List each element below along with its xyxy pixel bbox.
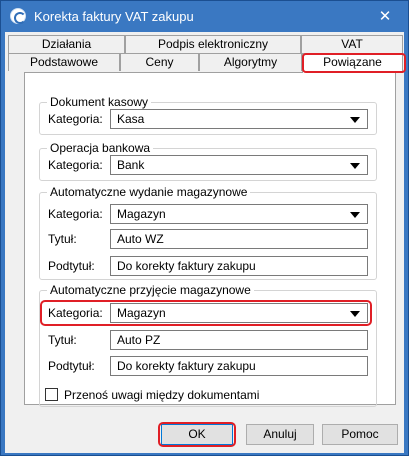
cancel-button[interactable]: Anuluj [246,424,314,445]
group-auto-issue-title: Automatyczne wydanie magazynowe [50,185,248,199]
receipt-category-label: Kategoria: [48,306,103,320]
issue-category-value: Magazyn [117,207,166,221]
title-bar[interactable]: Korekta faktury VAT zakupu ✕ [1,1,408,32]
issue-subtitle-input[interactable]: Do korekty faktury zakupu [110,256,368,276]
receipt-subtitle-value: Do korekty faktury zakupu [117,359,256,373]
receipt-subtitle-label: Podtytuł: [48,359,95,373]
issue-title-value: Auto WZ [117,232,164,246]
chevron-down-icon [350,163,360,169]
issue-title-label: Tytuł: [48,232,77,246]
app-icon [10,8,26,24]
cash-category-value: Kasa [117,112,145,126]
tab-vat[interactable]: VAT [301,35,403,53]
group-auto-receipt-title: Automatyczne przyjęcie magazynowe [50,283,251,297]
group-bank-operation-title: Operacja bankowa [50,141,151,155]
tab-podpis-elektroniczny[interactable]: Podpis elektroniczny [125,35,301,53]
cash-category-label: Kategoria: [48,112,103,126]
tab-dzialania[interactable]: Działania [8,35,125,53]
receipt-title-label: Tytuł: [48,333,77,347]
chevron-down-icon [350,311,360,317]
transfer-notes-checkbox[interactable] [45,388,58,401]
receipt-title-value: Auto PZ [117,333,161,347]
issue-category-select[interactable]: Magazyn [110,204,368,224]
issue-category-label: Kategoria: [48,207,103,221]
receipt-category-value: Magazyn [117,306,166,320]
receipt-category-select[interactable]: Magazyn [110,303,368,323]
bank-category-label: Kategoria: [48,158,103,172]
window-title: Korekta faktury VAT zakupu [34,9,194,24]
group-cash-document-title: Dokument kasowy [50,95,149,109]
tab-algorytmy[interactable]: Algorytmy [199,53,302,71]
issue-title-input[interactable]: Auto WZ [110,229,368,249]
transfer-notes-label[interactable]: Przenoś uwagi między dokumentami [64,388,259,402]
chevron-down-icon [350,212,360,218]
ok-button[interactable]: OK [161,424,233,445]
cash-category-select[interactable]: Kasa [110,109,368,129]
tab-powiazane[interactable]: Powiązane [302,53,403,73]
receipt-title-input[interactable]: Auto PZ [110,330,368,350]
issue-subtitle-value: Do korekty faktury zakupu [117,259,256,273]
dialog-body: Działania Podpis elektroniczny VAT Podst… [5,32,406,453]
receipt-subtitle-input[interactable]: Do korekty faktury zakupu [110,356,368,376]
help-button[interactable]: Pomoc [322,424,398,445]
chevron-down-icon [350,117,360,123]
tab-ceny[interactable]: Ceny [120,53,199,71]
close-button[interactable]: ✕ [373,7,397,27]
issue-subtitle-label: Podtytuł: [48,259,95,273]
bank-category-value: Bank [117,158,145,172]
dialog-window: Korekta faktury VAT zakupu ✕ Działania P… [0,0,409,456]
tab-panel-powiazane: Dokument kasowy Kategoria: Kasa Operacja… [24,72,396,407]
bank-category-select[interactable]: Bank [110,155,368,175]
tab-podstawowe[interactable]: Podstawowe [8,53,120,71]
